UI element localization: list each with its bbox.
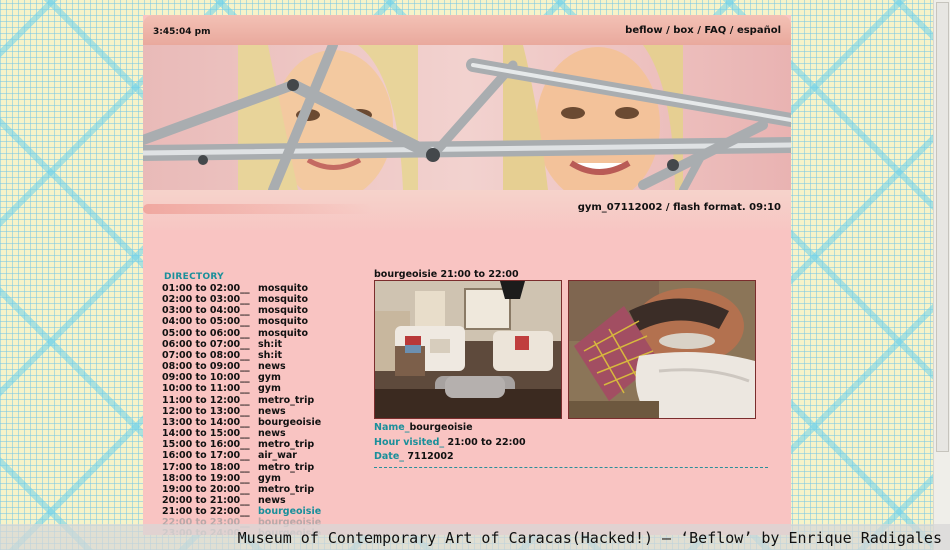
clock-time: 3:45:04 pm xyxy=(153,27,211,37)
bicycle-frame-illustration xyxy=(143,45,791,190)
selected-episode-title: bourgeoisie 21:00 to 22:00 xyxy=(374,269,519,280)
directory-item[interactable]: 17:00 to 18:00__ metro_trip xyxy=(162,462,321,473)
directory-item-time: 11:00 to 12:00__ xyxy=(162,394,250,406)
living-room-photo[interactable] xyxy=(374,280,562,419)
directory-item-episode-link[interactable]: bourgeoisie xyxy=(258,417,321,428)
directory-item-episode-link[interactable]: metro_trip xyxy=(258,484,314,495)
directory-item-time: 04:00 to 05:00__ xyxy=(162,316,250,328)
directory-item-episode-link[interactable]: mosquito xyxy=(258,316,308,327)
directory-item-time: 08:00 to 09:00__ xyxy=(162,361,250,373)
directory-item-time: 13:00 to 14:00__ xyxy=(162,416,250,428)
decorative-swoosh xyxy=(143,204,373,214)
directory-item-episode-link[interactable]: sh:it xyxy=(258,339,282,350)
directory-item-time: 12:00 to 13:00__ xyxy=(162,405,250,417)
directory-item[interactable]: 02:00 to 03:00__ mosquito xyxy=(162,294,321,305)
directory-item[interactable]: 10:00 to 11:00__ gym xyxy=(162,383,321,394)
directory-item[interactable]: 20:00 to 21:00__ news xyxy=(162,495,321,506)
nav-link-espanol[interactable]: español xyxy=(737,25,781,36)
directory-heading: DIRECTORY xyxy=(164,272,224,282)
directory-item[interactable]: 09:00 to 10:00__ gym xyxy=(162,372,321,383)
directory-item[interactable]: 11:00 to 12:00__ metro_trip xyxy=(162,395,321,406)
directory-item-time: 20:00 to 21:00__ xyxy=(162,494,250,506)
directory-item-episode-link[interactable]: news xyxy=(258,428,286,439)
episode-info: Name_bourgeoisie Hour visited_ 21:00 to … xyxy=(374,421,526,465)
info-date-row: Date_ 7112002 xyxy=(374,450,526,465)
directory-item[interactable]: 07:00 to 08:00__ sh:it xyxy=(162,350,321,361)
directory-item-episode-link[interactable]: news xyxy=(258,495,286,506)
episode-subtitle: gym_07112002 / flash format. 09:10 xyxy=(577,202,781,213)
directory-item[interactable]: 12:00 to 13:00__ news xyxy=(162,406,321,417)
directory-item-time: 21:00 to 22:00__ xyxy=(162,506,250,518)
directory-item-time: 09:00 to 10:00__ xyxy=(162,372,250,384)
vertical-scrollbar[interactable] xyxy=(933,0,950,550)
beflow-page: 3:45:04 pm beflow / box / FAQ / español xyxy=(143,15,791,535)
directory-item[interactable]: 16:00 to 17:00__ air_war xyxy=(162,450,321,461)
nav-separator: / xyxy=(726,25,737,36)
directory-item-episode-link[interactable]: gym xyxy=(258,383,281,394)
directory-item[interactable]: 21:00 to 22:00__ bourgeoisie xyxy=(162,506,321,517)
hour-visited-label: Hour visited_ xyxy=(374,436,445,448)
date-value: 7112002 xyxy=(407,451,454,462)
directory-item-episode-link[interactable]: mosquito xyxy=(258,328,308,339)
directory-item-episode-link[interactable]: metro_trip xyxy=(258,395,314,406)
dashed-divider xyxy=(374,467,768,468)
scrollbar-thumb[interactable] xyxy=(936,2,949,452)
directory-item-episode-link[interactable]: sh:it xyxy=(258,350,282,361)
directory-item[interactable]: 15:00 to 16:00__ metro_trip xyxy=(162,439,321,450)
directory-item[interactable]: 13:00 to 14:00__ bourgeoisie xyxy=(162,417,321,428)
directory-item-time: 03:00 to 04:00__ xyxy=(162,305,250,317)
directory-item[interactable]: 01:00 to 02:00__ mosquito xyxy=(162,283,321,294)
directory-item-time: 02:00 to 03:00__ xyxy=(162,294,250,306)
directory-item-episode-link[interactable]: metro_trip xyxy=(258,462,314,473)
directory-item-time: 14:00 to 15:00__ xyxy=(162,428,250,440)
directory-item-episode-link[interactable]: mosquito xyxy=(258,283,308,294)
directory-item-episode-link[interactable]: gym xyxy=(258,372,281,383)
directory-item-episode-link[interactable]: gym xyxy=(258,473,281,484)
nav-link-beflow[interactable]: beflow xyxy=(625,25,662,36)
date-label: Date_ xyxy=(374,451,405,462)
directory-item[interactable]: 08:00 to 09:00__ news xyxy=(162,361,321,372)
info-hour-row: Hour visited_ 21:00 to 22:00 xyxy=(374,436,526,451)
hour-visited-value: 21:00 to 22:00 xyxy=(447,436,526,448)
directory-item[interactable]: 18:00 to 19:00__ gym xyxy=(162,473,321,484)
top-bar: 3:45:04 pm beflow / box / FAQ / español xyxy=(143,15,791,45)
directory-item-time: 18:00 to 19:00__ xyxy=(162,472,250,484)
nav-separator: / xyxy=(662,25,674,36)
directory-item-time: 19:00 to 20:00__ xyxy=(162,483,250,495)
nav-link-box[interactable]: box xyxy=(673,25,693,36)
name-value: bourgeoisie xyxy=(409,422,473,433)
directory-item-time: 15:00 to 16:00__ xyxy=(162,439,250,451)
bedroom-photo[interactable] xyxy=(568,280,756,419)
directory-list: 01:00 to 02:00__ mosquito 02:00 to 03:00__… xyxy=(162,283,321,535)
directory-item-episode-link[interactable]: mosquito xyxy=(258,294,308,305)
info-name-row: Name_bourgeoisie xyxy=(374,421,526,436)
directory-item-episode-link[interactable]: metro_trip xyxy=(258,439,314,450)
nav-separator: / xyxy=(693,25,705,36)
header-banner-image xyxy=(143,45,791,190)
directory-item-time: 06:00 to 07:00__ xyxy=(162,338,250,350)
directory-item-time: 05:00 to 06:00__ xyxy=(162,327,250,339)
directory-item-episode-link[interactable]: mosquito xyxy=(258,305,308,316)
directory-item-time: 17:00 to 18:00__ xyxy=(162,461,250,473)
directory-item-time: 01:00 to 02:00__ xyxy=(162,283,250,294)
directory-item-time: 07:00 to 08:00__ xyxy=(162,349,250,361)
nav-link-faq[interactable]: FAQ xyxy=(704,25,726,36)
sub-header: gym_07112002 / flash format. 09:10 xyxy=(143,190,791,230)
directory-item[interactable]: 05:00 to 06:00__ mosquito xyxy=(162,328,321,339)
caption-bar: Museum of Contemporary Art of Caracas(Ha… xyxy=(0,524,950,550)
caption-text: Museum of Contemporary Art of Caracas(Ha… xyxy=(237,529,942,547)
directory-item[interactable]: 04:00 to 05:00__ mosquito xyxy=(162,316,321,327)
directory-item[interactable]: 19:00 to 20:00__ metro_trip xyxy=(162,484,321,495)
directory-item[interactable]: 03:00 to 04:00__ mosquito xyxy=(162,305,321,316)
top-navigation: beflow / box / FAQ / español xyxy=(625,25,781,36)
directory-item-episode-link[interactable]: news xyxy=(258,406,286,417)
directory-item-episode-link[interactable]: bourgeoisie xyxy=(258,506,321,517)
directory-item-time: 16:00 to 17:00__ xyxy=(162,450,250,462)
name-label: Name_ xyxy=(374,422,410,433)
directory-item-time: 10:00 to 11:00__ xyxy=(162,383,250,395)
directory-item[interactable]: 14:00 to 15:00__ news xyxy=(162,428,321,439)
directory-item[interactable]: 06:00 to 07:00__ sh:it xyxy=(162,339,321,350)
directory-item-episode-link[interactable]: air_war xyxy=(258,450,297,461)
directory-item-episode-link[interactable]: news xyxy=(258,361,286,372)
